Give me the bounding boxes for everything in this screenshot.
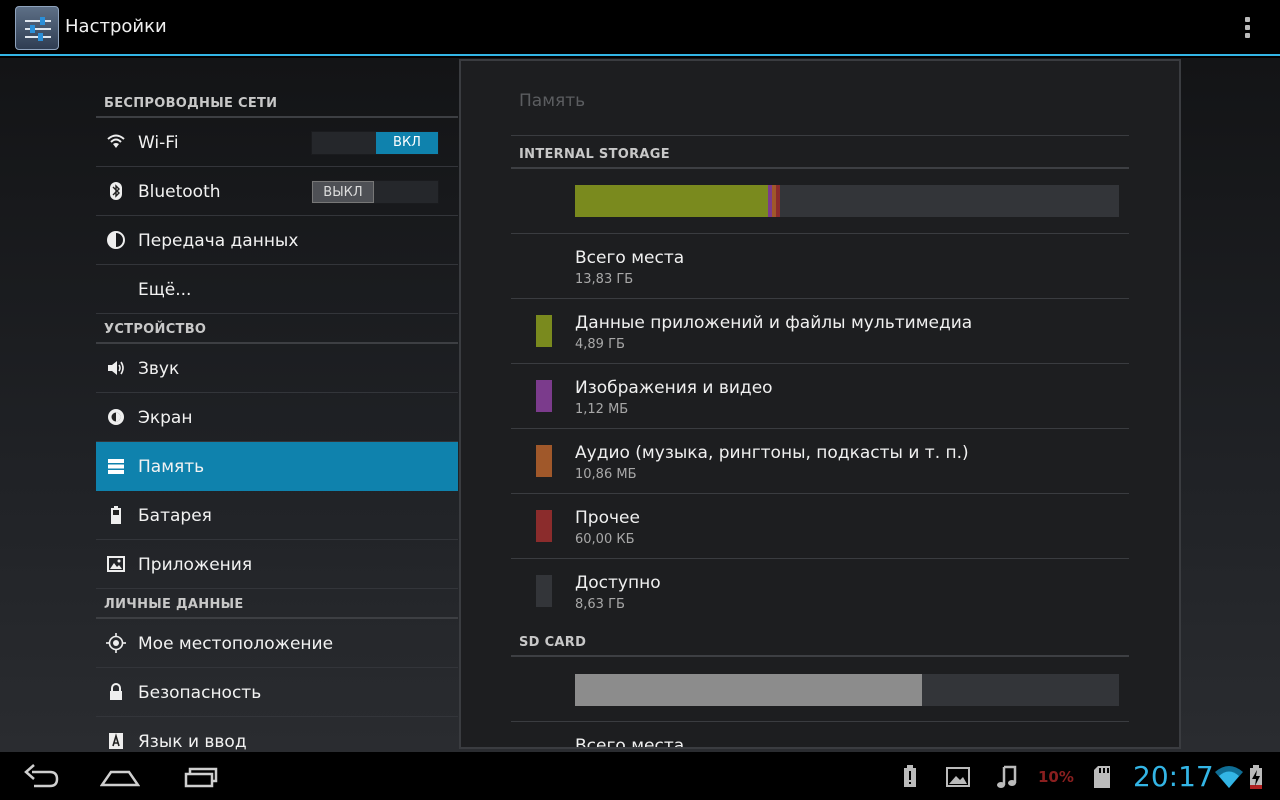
row-value: 1,12 МБ	[575, 402, 629, 417]
category-label: ЛИЧНЫЕ ДАННЫЕ	[104, 597, 244, 612]
battery-alert-icon	[904, 765, 916, 787]
overflow-menu-icon[interactable]	[1240, 14, 1256, 42]
usage-segment-apps	[575, 185, 768, 217]
row-title: Всего места	[575, 736, 685, 749]
sd-card-icon	[1094, 766, 1110, 788]
data-usage-icon	[107, 231, 125, 249]
storage-row-apps[interactable]: Данные приложений и файлы мультимедиа 4,…	[511, 299, 1129, 363]
sound-icon	[108, 361, 124, 375]
sidebar-item-label: Мое местоположение	[138, 634, 334, 654]
row-value: 10,86 МБ	[575, 467, 637, 482]
sidebar-item-battery[interactable]: Батарея	[96, 491, 458, 540]
sidebar-item-label: Приложения	[138, 555, 253, 575]
page-title: Память	[519, 91, 586, 111]
sidebar-item-display[interactable]: Экран	[96, 393, 458, 442]
sd-total-row: Всего места	[511, 722, 1129, 749]
app-title: Настройки	[65, 16, 167, 37]
battery-percent: 10%	[1038, 768, 1074, 786]
section-label: SD CARD	[519, 635, 587, 650]
lock-icon	[110, 683, 122, 700]
section-sd-card: SD CARD	[511, 625, 1129, 657]
sidebar-item-label: Ещё...	[138, 280, 192, 300]
battery-icon	[111, 506, 121, 524]
color-swatch	[536, 510, 552, 542]
storage-total-row: Всего места 13,83 ГБ	[511, 234, 1129, 298]
sidebar-item-label: Wi-Fi	[138, 133, 179, 153]
row-title: Изображения и видео	[575, 378, 773, 398]
sidebar-item-bluetooth[interactable]: Bluetooth ВЫКЛ	[96, 167, 458, 216]
sidebar-item-wifi[interactable]: Wi-Fi ВКЛ	[96, 118, 458, 167]
sidebar-item-storage[interactable]: Память	[96, 442, 458, 491]
usage-segment-sd-used	[575, 674, 922, 706]
sidebar-item-more[interactable]: Ещё...	[96, 265, 458, 314]
row-value: 4,89 ГБ	[575, 337, 625, 352]
color-swatch	[536, 315, 552, 347]
back-icon[interactable]	[22, 760, 60, 792]
storage-row-other[interactable]: Прочее 60,00 КБ	[511, 494, 1129, 558]
storage-icon	[108, 459, 124, 474]
category-personal: ЛИЧНЫЕ ДАННЫЕ	[96, 589, 458, 619]
row-title: Доступно	[575, 573, 661, 593]
section-internal-storage: INTERNAL STORAGE	[511, 137, 1129, 169]
storage-detail-pane: Память INTERNAL STORAGE Всего места 13,8…	[459, 59, 1181, 749]
sidebar-item-label: Экран	[138, 408, 193, 428]
row-title: Прочее	[575, 508, 640, 528]
row-title: Данные приложений и файлы мультимедиа	[575, 313, 973, 333]
color-swatch	[536, 380, 552, 412]
sidebar-item-label: Безопасность	[138, 683, 262, 703]
storage-row-audio[interactable]: Аудио (музыка, рингтоны, подкасты и т. п…	[511, 429, 1129, 493]
sidebar-item-data-usage[interactable]: Передача данных	[96, 216, 458, 265]
toggle-on-label: ВКЛ	[376, 132, 438, 154]
category-label: УСТРОЙСТВО	[104, 322, 207, 337]
settings-app-icon[interactable]	[15, 6, 59, 50]
bluetooth-toggle[interactable]: ВЫКЛ	[311, 180, 439, 204]
row-title: Аудио (музыка, рингтоны, подкасты и т. п…	[575, 443, 969, 463]
row-value: 8,63 ГБ	[575, 597, 625, 612]
home-icon[interactable]	[100, 760, 140, 792]
sidebar-item-location[interactable]: Мое местоположение	[96, 619, 458, 668]
location-icon	[106, 633, 126, 653]
color-swatch	[536, 575, 552, 607]
sidebar-item-apps[interactable]: Приложения	[96, 540, 458, 589]
display-icon	[108, 409, 124, 425]
action-bar: Настройки	[0, 0, 1280, 56]
system-bar	[0, 752, 1280, 800]
sidebar-item-label: Батарея	[138, 506, 212, 526]
category-wireless: БЕСПРОВОДНЫЕ СЕТИ	[96, 88, 458, 118]
recent-apps-icon[interactable]	[182, 760, 220, 792]
gallery-notification-icon[interactable]	[946, 766, 970, 788]
bluetooth-icon	[110, 182, 122, 200]
wifi-icon	[107, 134, 125, 148]
color-swatch	[536, 445, 552, 477]
sidebar-item-label: Bluetooth	[138, 182, 221, 202]
sidebar-item-label: Язык и ввод	[138, 732, 247, 752]
sd-card-usage-bar	[575, 674, 1119, 706]
music-notification-icon[interactable]	[996, 764, 1018, 790]
wifi-toggle[interactable]: ВКЛ	[311, 131, 439, 155]
battery-charging-icon	[1250, 765, 1262, 789]
sidebar-item-label: Память	[138, 457, 205, 477]
category-label: БЕСПРОВОДНЫЕ СЕТИ	[104, 96, 278, 111]
sidebar-item-language[interactable]: Язык и ввод	[96, 717, 458, 752]
title-divider	[511, 135, 1129, 136]
language-icon	[109, 733, 123, 749]
section-label: INTERNAL STORAGE	[519, 147, 670, 162]
storage-row-images[interactable]: Изображения и видео 1,12 МБ	[511, 364, 1129, 428]
apps-icon	[107, 556, 125, 572]
sidebar-item-sound[interactable]: Звук	[96, 344, 458, 393]
clock[interactable]: 20:17	[1133, 760, 1214, 793]
category-device: УСТРОЙСТВО	[96, 314, 458, 344]
sidebar-item-label: Передача данных	[138, 231, 299, 251]
sidebar-item-label: Звук	[138, 359, 180, 379]
toggle-off-label: ВЫКЛ	[312, 181, 374, 203]
settings-header-list: БЕСПРОВОДНЫЕ СЕТИ Wi-Fi ВКЛ Bluetooth ВЫ…	[96, 88, 458, 752]
row-value: 13,83 ГБ	[575, 272, 634, 287]
storage-row-available: Доступно 8,63 ГБ	[511, 559, 1129, 623]
row-value: 60,00 КБ	[575, 532, 635, 547]
sidebar-item-security[interactable]: Безопасность	[96, 668, 458, 717]
usage-segment-other	[776, 185, 780, 217]
internal-storage-usage-bar	[575, 185, 1119, 217]
wifi-signal-icon	[1215, 766, 1243, 788]
row-title: Всего места	[575, 248, 685, 268]
